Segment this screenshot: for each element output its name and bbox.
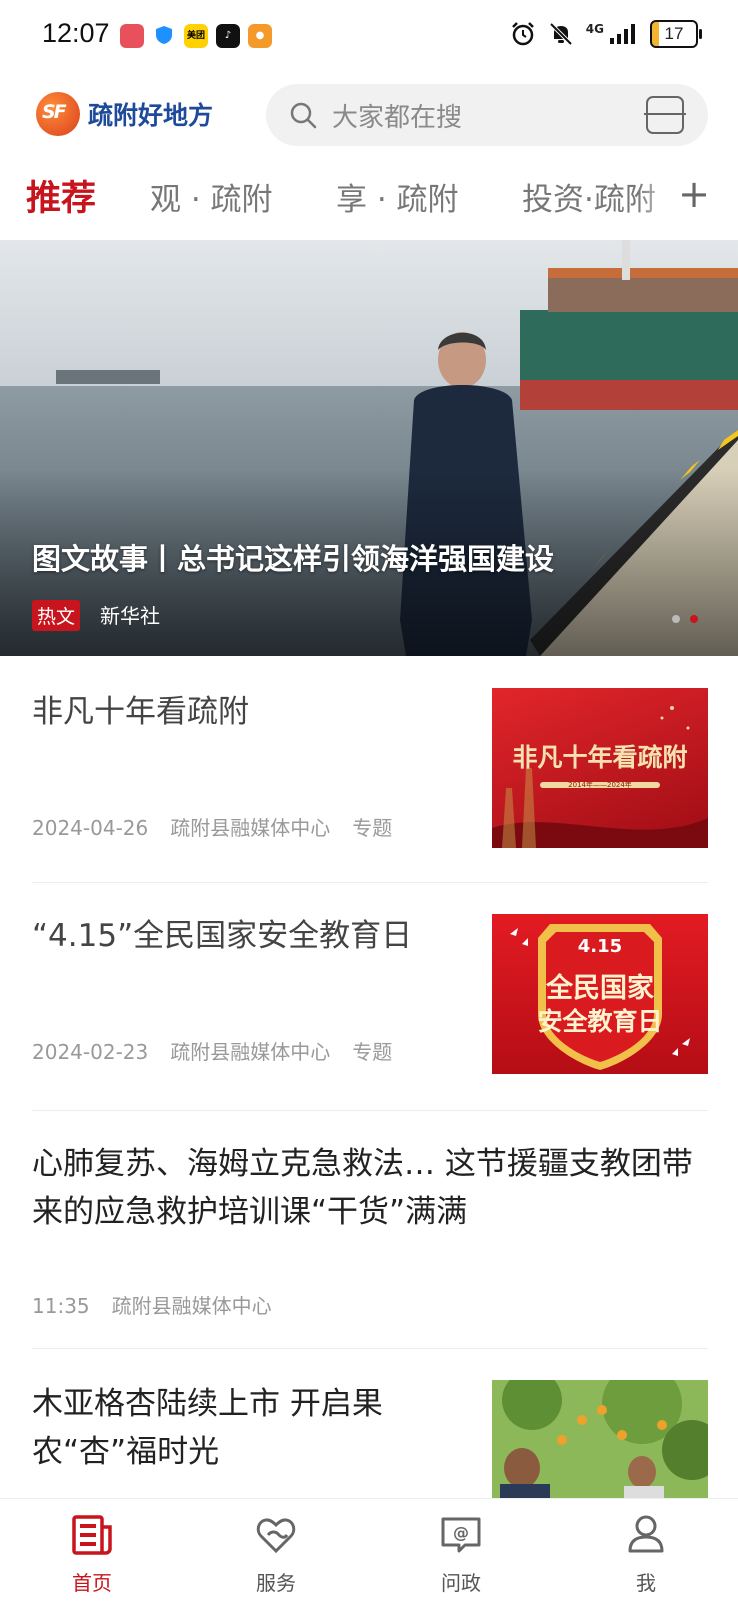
hero-source: 新华社 [100, 604, 160, 628]
add-tab-button[interactable]: + [678, 175, 710, 213]
news-item[interactable]: 心肺复苏、海姆立克急救法… 这节援疆支教团带来的应急救护培训课“干货”满满 11… [32, 1112, 708, 1349]
news-meta: 2024-02-23 疏附县融媒体中心 专题 [32, 1036, 414, 1065]
tiktok-app-icon: ♪ [216, 24, 240, 48]
news-title[interactable]: 非凡十年看疏附 [32, 688, 452, 736]
nav-services[interactable]: 服务 [231, 1513, 321, 1596]
bottom-navigation: 首页 服务 @ 问政 我 [0, 1498, 738, 1601]
news-type: 专题 [352, 816, 393, 840]
search-placeholder: 大家都在搜 [332, 102, 463, 133]
nav-me[interactable]: 我 [601, 1513, 691, 1596]
battery-fill [652, 22, 660, 46]
news-source: 疏附县融媒体中心 [170, 1040, 331, 1064]
app-header: 疏附好地方 大家都在搜 [0, 84, 738, 148]
status-bar: 12:07 美团 ♪ ● 4G 17 [0, 0, 738, 72]
news-date: 2024-02-23 [32, 1040, 149, 1064]
signal-icon [610, 24, 635, 44]
message-app-icon: ● [248, 24, 272, 48]
notes-app-icon [120, 24, 144, 48]
carousel-dot-1[interactable] [672, 615, 680, 623]
scan-icon[interactable] [644, 96, 686, 134]
mute-bell-icon [549, 22, 573, 46]
nav-inquiry-label: 问政 [441, 1571, 481, 1595]
news-date: 2024-04-26 [32, 816, 149, 840]
category-tabs: 推荐 观 · 疏附 享 · 疏附 投资·疏附 + [0, 168, 738, 228]
news-title[interactable]: “4.15”全民国家安全教育日 [32, 912, 462, 960]
nav-home[interactable]: 首页 [47, 1513, 137, 1596]
thumbnail-line1: 全民国家 [546, 973, 654, 1004]
hero-title[interactable]: 图文故事丨总书记这样引领海洋强国建设 [32, 536, 554, 578]
heart-service-icon [256, 1518, 296, 1554]
chat-at-icon: @ [441, 1517, 481, 1553]
news-title[interactable]: 木亚格杏陆续上市 开启果农“杏”福时光 [32, 1380, 452, 1476]
hot-tag-badge: 热文 [32, 600, 81, 631]
news-source: 疏附县融媒体中心 [111, 1294, 272, 1318]
hero-image [0, 240, 738, 656]
meituan-app-icon: 美团 [184, 24, 208, 48]
nav-services-label: 服务 [256, 1571, 296, 1595]
news-thumbnail[interactable]: 4.15 全民国家 安全教育日 [492, 914, 708, 1074]
shield-app-icon [152, 24, 176, 48]
news-title[interactable]: 心肺复苏、海姆立克急救法… 这节援疆支教团带来的应急救护培训课“干货”满满 [32, 1140, 708, 1236]
logo-mark-icon [36, 92, 80, 136]
thumbnail-line2: 安全教育日 [537, 1007, 663, 1036]
carousel-dot-2[interactable] [690, 615, 698, 623]
status-time: 12:07 [42, 18, 110, 48]
news-source: 疏附县融媒体中心 [170, 816, 331, 840]
thumbnail-badge: 4.15 [577, 936, 623, 957]
nav-home-label: 首页 [72, 1571, 112, 1595]
news-date: 11:35 [32, 1294, 90, 1318]
news-item[interactable]: “4.15”全民国家安全教育日 2024-02-23 疏附县融媒体中心 专题 4.1… [32, 884, 708, 1111]
news-item[interactable]: 木亚格杏陆续上市 开启果农“杏”福时光 [32, 1350, 708, 1498]
news-thumbnail[interactable] [492, 1380, 708, 1498]
battery-level: 17 [664, 24, 684, 43]
tab-view-shufu[interactable]: 观 · 疏附 [150, 174, 273, 219]
tab-recommend[interactable]: 推荐 [26, 170, 96, 221]
thumbnail-title: 非凡十年看疏附 [512, 743, 688, 772]
news-meta: 2024-04-26 疏附县融媒体中心 专题 [32, 812, 414, 841]
alarm-icon [511, 22, 534, 46]
app-logo[interactable]: 疏附好地方 [36, 92, 213, 136]
nav-me-label: 我 [636, 1571, 656, 1595]
news-meta: 11:35 疏附县融媒体中心 [32, 1290, 294, 1319]
hero-banner[interactable]: 图文故事丨总书记这样引领海洋强国建设 热文 新华社 [0, 240, 738, 656]
nav-inquiry[interactable]: @ 问政 [416, 1513, 506, 1596]
user-icon [628, 1515, 664, 1553]
network-type: 4G [585, 22, 604, 36]
search-bar[interactable]: 大家都在搜 [266, 84, 708, 146]
news-item[interactable]: 非凡十年看疏附 2024-04-26 疏附县融媒体中心 专题 非凡十年看疏附 201… [32, 660, 708, 883]
search-icon [290, 102, 317, 129]
svg-text:@: @ [453, 1523, 469, 1542]
news-type: 专题 [352, 1040, 393, 1064]
tabs-fade [638, 168, 678, 228]
tab-invest-shufu[interactable]: 投资·疏附 [522, 174, 656, 219]
thumbnail-subtitle: 2014年——2024年 [568, 781, 632, 789]
news-icon [72, 1515, 112, 1555]
news-thumbnail[interactable]: 非凡十年看疏附 2014年——2024年 [492, 688, 708, 848]
battery-indicator: 17 [650, 20, 702, 48]
thumbnail-art [492, 1380, 708, 1498]
tab-enjoy-shufu[interactable]: 享 · 疏附 [336, 174, 459, 219]
logo-text: 疏附好地方 [88, 101, 214, 130]
